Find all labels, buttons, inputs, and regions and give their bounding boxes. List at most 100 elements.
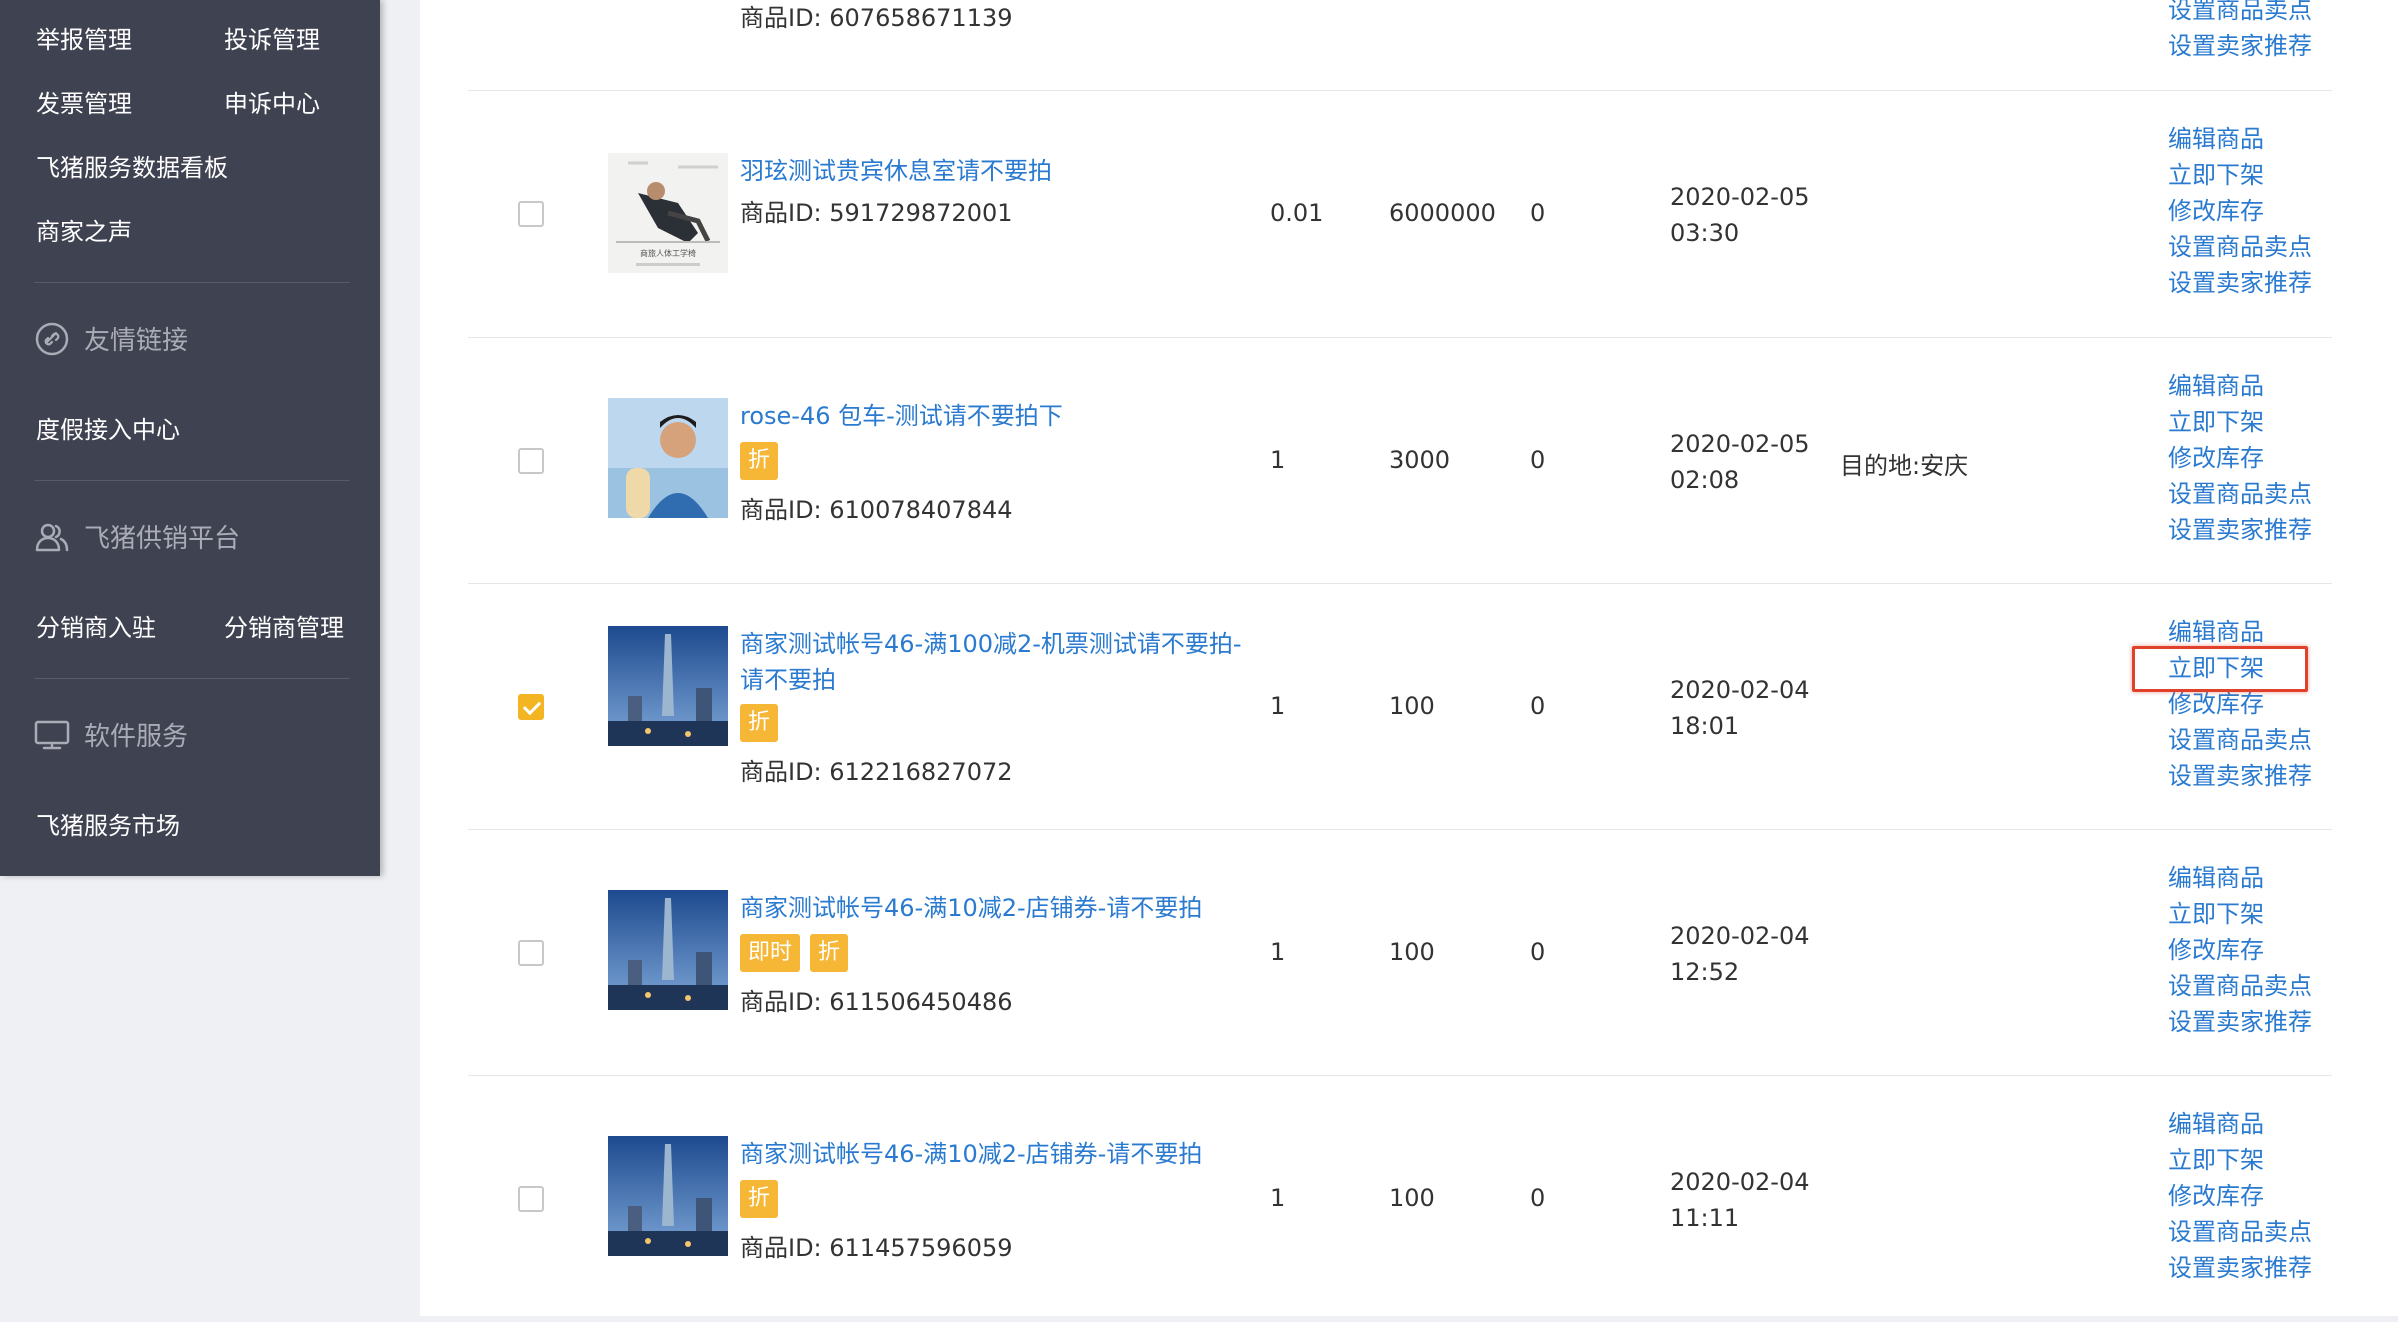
row-actions: 编辑商品 立即下架 修改库存 设置商品卖点 设置卖家推荐 (2168, 860, 2312, 1040)
set-selling-point-link[interactable]: 设置商品卖点 (2168, 722, 2312, 758)
sales-cell: 0 (1530, 199, 1546, 227)
product-thumbnail (608, 626, 728, 746)
set-selling-point-link[interactable]: 设置商品卖点 (2168, 476, 2312, 512)
delist-now-link[interactable]: 立即下架 (2168, 404, 2312, 440)
sales-cell: 0 (1530, 446, 1546, 474)
delist-now-link[interactable]: 立即下架 (2168, 896, 2312, 932)
modify-stock-link[interactable]: 修改库存 (2168, 193, 2312, 229)
sidebar: 举报管理 投诉管理 发票管理 申诉中心 飞猪服务数据看板 商家之声 友情链接 度… (0, 0, 380, 876)
sidebar-item-report[interactable]: 举报管理 (36, 20, 132, 55)
row-actions: 编辑商品 立即下架 修改库存 设置商品卖点 设置卖家推荐 (2168, 121, 2312, 301)
product-title-link[interactable]: 羽玹测试贵宾休息室请不要拍 (740, 153, 1260, 189)
table-row: 商家测试帐号46-满100减2-机票测试请不要拍-请不要拍 折 商品ID: 61… (420, 584, 2398, 830)
set-selling-point-link[interactable]: 设置商品卖点 (2168, 0, 2312, 28)
sidebar-item-appeal[interactable]: 申诉中心 (224, 84, 320, 119)
set-seller-recommend-link[interactable]: 设置卖家推荐 (2168, 1004, 2312, 1040)
discount-tag: 折 (740, 704, 779, 742)
edit-product-link[interactable]: 编辑商品 (2168, 368, 2312, 404)
edit-product-link[interactable]: 编辑商品 (2168, 1106, 2312, 1142)
row-checkbox[interactable] (518, 940, 544, 966)
price-cell: 0.01 (1270, 199, 1324, 227)
stock-cell: 100 (1389, 1184, 1435, 1212)
edit-product-link[interactable]: 编辑商品 (2168, 860, 2312, 896)
date-cell: 2020-02-05 02:08 (1670, 426, 1809, 498)
set-seller-recommend-link[interactable]: 设置卖家推荐 (2168, 1250, 2312, 1286)
sidebar-section-distribution: 飞猪供销平台 (34, 518, 240, 555)
link-icon (34, 321, 70, 357)
set-selling-point-link[interactable]: 设置商品卖点 (2168, 1214, 2312, 1250)
price-cell: 1 (1270, 1184, 1286, 1212)
price-cell: 1 (1270, 446, 1286, 474)
product-id: 商品ID: 612216827072 (740, 758, 1013, 786)
sidebar-item-data-board[interactable]: 飞猪服务数据看板 (36, 148, 228, 183)
row-checkbox[interactable] (518, 1186, 544, 1212)
product-thumbnail (608, 890, 728, 1010)
users-icon (34, 519, 70, 555)
time-value: 03:30 (1670, 219, 1740, 247)
sidebar-item-service-market[interactable]: 飞猪服务市场 (36, 806, 180, 841)
date-cell: 2020-02-05 03:30 (1670, 179, 1809, 251)
sidebar-section-links: 友情链接 (34, 320, 188, 357)
delist-now-link[interactable]: 立即下架 (2168, 1142, 2312, 1178)
set-seller-recommend-link[interactable]: 设置卖家推荐 (2168, 28, 2312, 64)
delist-now-link[interactable]: 立即下架 (2168, 157, 2312, 193)
product-thumbnail (608, 1136, 728, 1256)
table-row: 商旅人体工学椅 羽玹测试贵宾休息室请不要拍 商品ID: 591729872001… (420, 91, 2398, 337)
date-cell: 2020-02-04 12:52 (1670, 918, 1809, 990)
date-value: 2020-02-04 (1670, 1168, 1810, 1196)
thumbnail-caption: 商旅人体工学椅 (640, 248, 696, 258)
stock-cell: 100 (1389, 692, 1435, 720)
stock-cell: 100 (1389, 938, 1435, 966)
sidebar-item-vacation-access[interactable]: 度假接入中心 (36, 410, 180, 445)
time-value: 12:52 (1670, 958, 1740, 986)
product-title-link[interactable]: 商家测试帐号46-满10减2-店铺券-请不要拍 (740, 1136, 1260, 1172)
price-cell: 1 (1270, 692, 1286, 720)
time-value: 11:11 (1670, 1204, 1740, 1232)
set-seller-recommend-link[interactable]: 设置卖家推荐 (2168, 265, 2312, 301)
date-value: 2020-02-05 (1670, 430, 1810, 458)
row-checkbox[interactable] (518, 201, 544, 227)
product-title-link[interactable]: 商家测试帐号46-满10减2-店铺券-请不要拍 (740, 890, 1260, 926)
stock-cell: 3000 (1389, 446, 1451, 474)
stock-cell: 6000000 (1389, 199, 1496, 227)
sidebar-item-complaint[interactable]: 投诉管理 (224, 20, 320, 55)
set-selling-point-link[interactable]: 设置商品卖点 (2168, 229, 2312, 265)
row-actions: 设置商品卖点 设置卖家推荐 (2168, 0, 2312, 64)
sidebar-item-merchant-voice[interactable]: 商家之声 (36, 212, 132, 247)
set-seller-recommend-link[interactable]: 设置卖家推荐 (2168, 758, 2312, 794)
product-id: 商品ID: 610078407844 (740, 496, 1013, 524)
sales-cell: 0 (1530, 938, 1546, 966)
table-row: 商家测试帐号46-满10减2-店铺券-请不要拍 即时 折 商品ID: 61150… (420, 830, 2398, 1076)
sidebar-divider (34, 282, 350, 283)
set-seller-recommend-link[interactable]: 设置卖家推荐 (2168, 512, 2312, 548)
tag-group: 折 (740, 1180, 779, 1218)
date-cell: 2020-02-04 11:11 (1670, 1164, 1809, 1236)
row-actions: 编辑商品 立即下架 修改库存 设置商品卖点 设置卖家推荐 (2168, 614, 2312, 794)
instant-tag: 即时 (740, 934, 801, 972)
sales-cell: 0 (1530, 1184, 1546, 1212)
date-value: 2020-02-04 (1670, 922, 1810, 950)
modify-stock-link[interactable]: 修改库存 (2168, 932, 2312, 968)
product-title-link[interactable]: rose-46 包车-测试请不要拍下 (740, 398, 1260, 434)
product-title-link[interactable]: 商家测试帐号46-满100减2-机票测试请不要拍-请不要拍 (740, 626, 1260, 698)
tag-group: 即时 折 (740, 934, 849, 972)
edit-product-link[interactable]: 编辑商品 (2168, 614, 2312, 650)
row-checkbox[interactable] (518, 448, 544, 474)
row-checkbox[interactable] (518, 694, 544, 720)
tag-group: 折 (740, 704, 779, 742)
sidebar-item-invoice[interactable]: 发票管理 (36, 84, 132, 119)
sidebar-item-distributor-manage[interactable]: 分销商管理 (224, 608, 344, 643)
tag-group: 折 (740, 442, 779, 480)
table-row: rose-46 包车-测试请不要拍下 折 商品ID: 610078407844 … (420, 338, 2398, 584)
product-list: 商品ID: 607658671139 设置商品卖点 设置卖家推荐 商旅人体工学椅… (420, 0, 2398, 1316)
product-id: 商品ID: 591729872001 (740, 199, 1013, 227)
date-cell: 2020-02-04 18:01 (1670, 672, 1809, 744)
edit-product-link[interactable]: 编辑商品 (2168, 121, 2312, 157)
sidebar-divider (34, 678, 350, 679)
modify-stock-link[interactable]: 修改库存 (2168, 1178, 2312, 1214)
sidebar-item-distributor-join[interactable]: 分销商入驻 (36, 608, 156, 643)
modify-stock-link[interactable]: 修改库存 (2168, 440, 2312, 476)
set-selling-point-link[interactable]: 设置商品卖点 (2168, 968, 2312, 1004)
date-value: 2020-02-04 (1670, 676, 1810, 704)
row-actions: 编辑商品 立即下架 修改库存 设置商品卖点 设置卖家推荐 (2168, 1106, 2312, 1286)
